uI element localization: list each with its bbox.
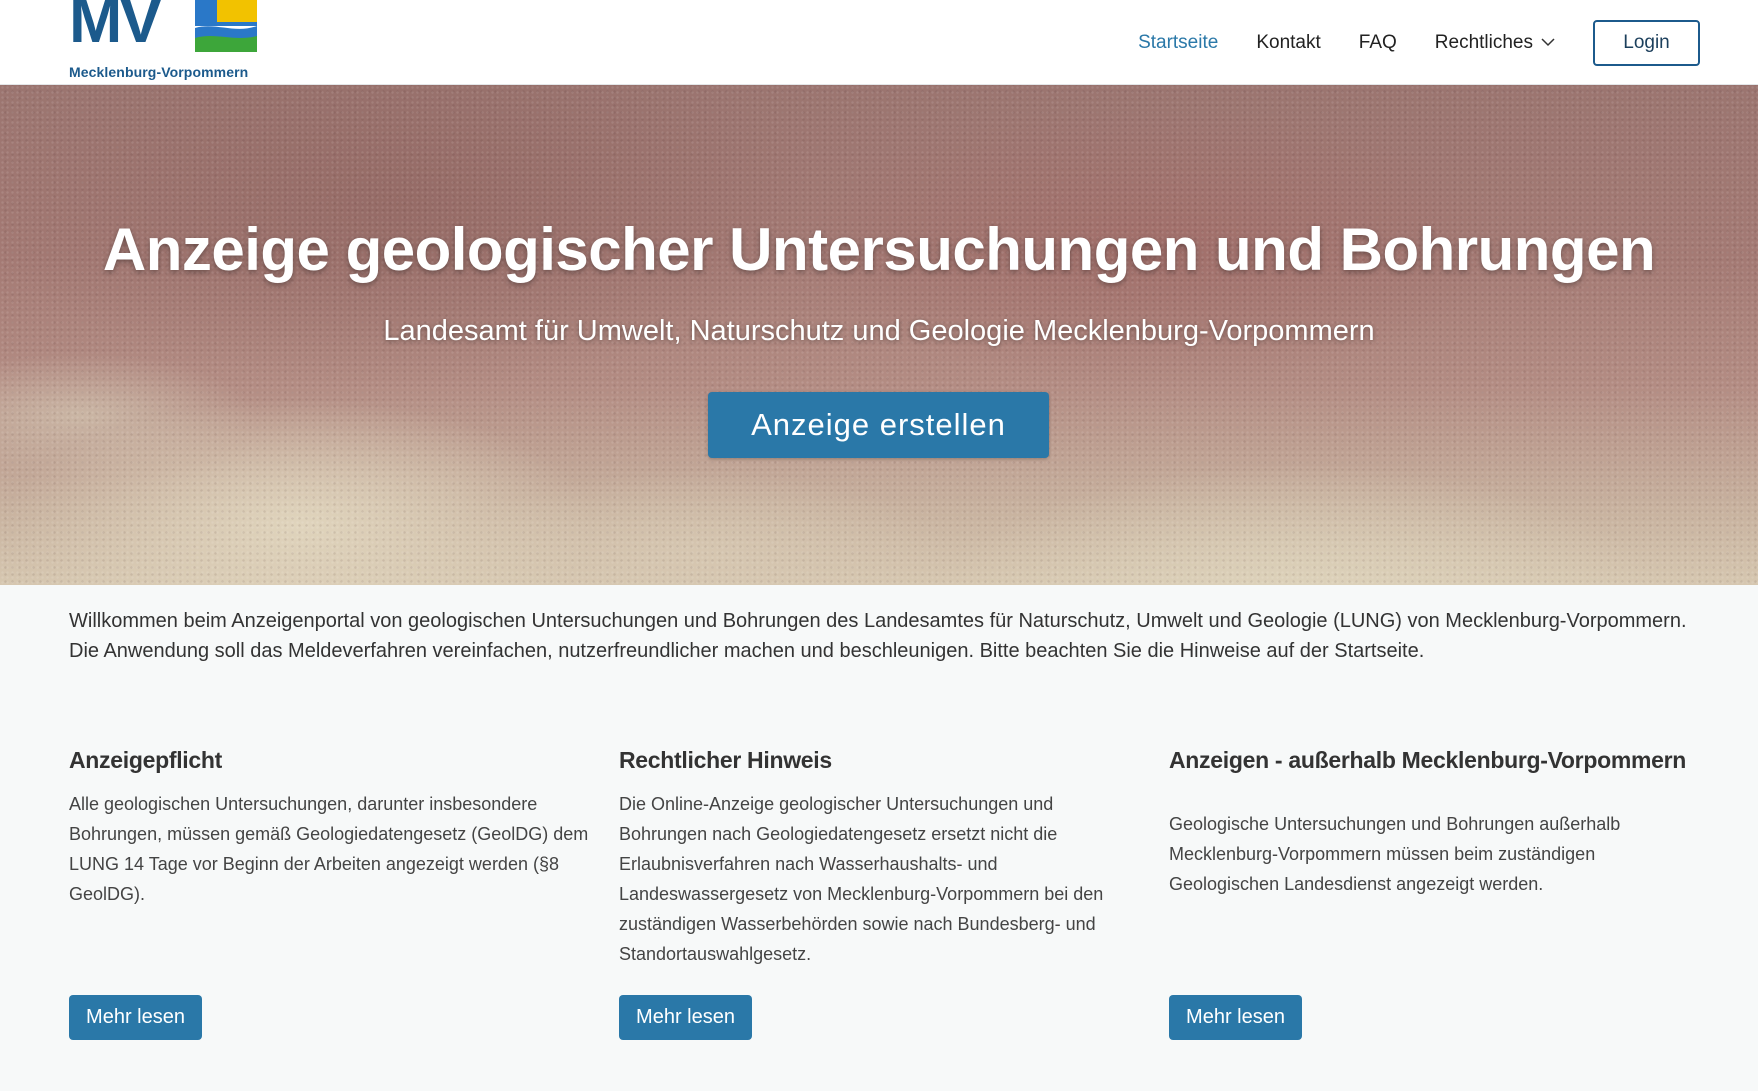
logo-flag-icon <box>195 0 257 52</box>
logo-mark: MV <box>69 0 162 56</box>
nav-startseite[interactable]: Startseite <box>1138 32 1218 54</box>
column-title: Anzeigen - außerhalb Mecklenburg-Vorpomm… <box>1169 747 1687 773</box>
column-title: Anzeigepflicht <box>69 747 222 773</box>
nav-rechtliches[interactable]: Rechtliches <box>1435 32 1555 54</box>
logo-subtitle: Mecklenburg-Vorpommern <box>69 64 249 80</box>
hero-subtitle: Landesamt für Umwelt, Naturschutz und Ge… <box>383 315 1375 347</box>
info-column-ausserhalb-mv: Anzeigen - außerhalb Mecklenburg-Vorpomm… <box>1169 745 1689 899</box>
column-text: Die Online-Anzeige geologischer Untersuc… <box>619 794 1104 964</box>
nav-faq[interactable]: FAQ <box>1359 32 1397 54</box>
mv-logo[interactable]: MV Mecklenburg-Vorpommern <box>69 0 259 82</box>
read-more-button-rechtlicher-hinweis[interactable]: Mehr lesen <box>619 995 752 1040</box>
chevron-down-icon <box>1541 38 1555 47</box>
info-column-anzeigepflicht: Anzeigepflicht Alle geologischen Untersu… <box>69 745 589 909</box>
main-nav: Startseite Kontakt FAQ Rechtliches Login <box>1138 0 1700 85</box>
read-more-button-ausserhalb-mv[interactable]: Mehr lesen <box>1169 995 1302 1040</box>
intro-text: Willkommen beim Anzeigenportal von geolo… <box>69 610 1687 662</box>
site-header: MV Mecklenburg-Vorpommern Startseite Kon… <box>0 0 1758 85</box>
column-text: Alle geologischen Untersuchungen, darunt… <box>69 794 589 904</box>
login-button[interactable]: Login <box>1593 19 1700 66</box>
hero-title: Anzeige geologischer Untersuchungen und … <box>102 216 1656 283</box>
column-title: Rechtlicher Hinweis <box>619 747 832 773</box>
hero-banner: Anzeige geologischer Untersuchungen und … <box>0 85 1758 585</box>
create-report-button[interactable]: Anzeige erstellen <box>708 392 1049 458</box>
nav-rechtliches-label: Rechtliches <box>1434 31 1533 53</box>
nav-kontakt[interactable]: Kontakt <box>1256 32 1320 54</box>
info-column-rechtlicher-hinweis: Rechtlicher Hinweis Die Online-Anzeige g… <box>619 745 1119 969</box>
read-more-button-anzeigepflicht[interactable]: Mehr lesen <box>69 995 202 1040</box>
column-text: Geologische Untersuchungen und Bohrungen… <box>1169 814 1621 894</box>
